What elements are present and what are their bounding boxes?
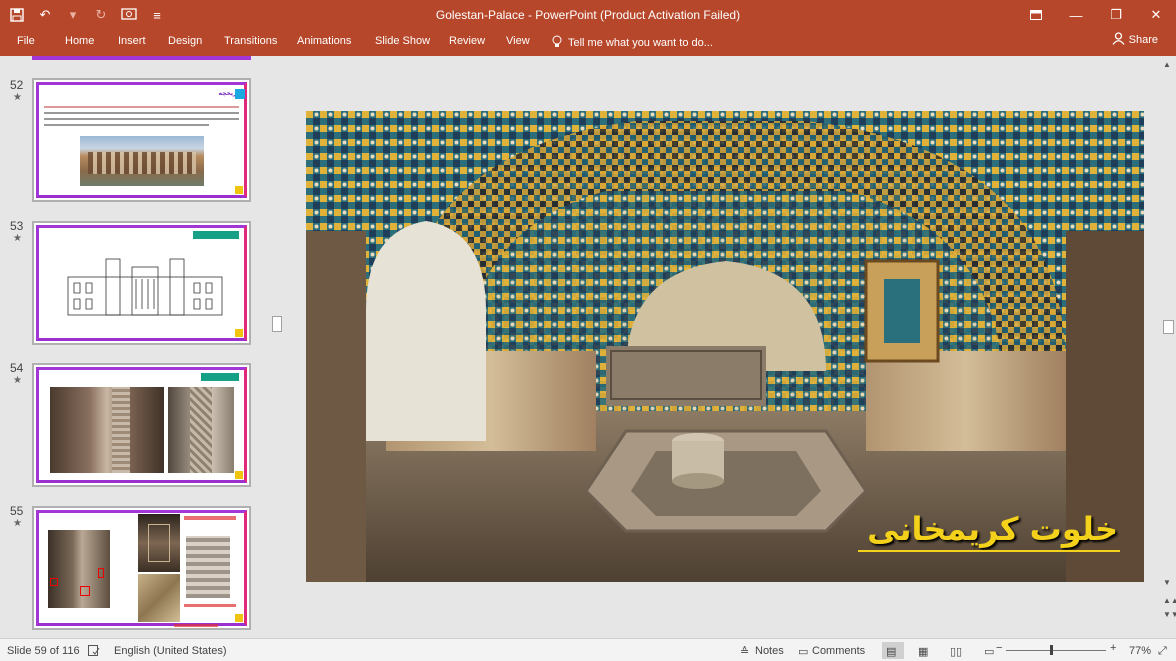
slide-thumbnail-52[interactable]: تاریخچه: [32, 78, 251, 202]
next-slide-icon[interactable]: ▼▼: [1163, 610, 1176, 619]
tab-view[interactable]: View: [506, 35, 530, 47]
previous-slide-icon[interactable]: ▲▲: [1163, 596, 1176, 605]
tell-me-box[interactable]: Tell me what you want to do...: [552, 35, 713, 51]
thumbnail-title-bar: [193, 231, 239, 239]
text-line: [44, 118, 239, 120]
text-line: [44, 106, 239, 108]
slide-counter: Slide 59 of 116: [7, 645, 80, 657]
scroll-up-icon[interactable]: ▲: [1163, 60, 1171, 69]
lightbulb-icon: [552, 35, 562, 51]
animation-star-icon: ★: [13, 92, 22, 103]
slide-caption[interactable]: خلوت کریمخانی: [867, 510, 1118, 548]
zoom-slider-knob[interactable]: [1050, 645, 1053, 655]
slide-thumbnail-pane: 52 ★ تاریخچه 53 ★ 54 ★ 55 ★: [0, 56, 268, 638]
thumbnail-photo-carving: [186, 536, 230, 598]
title-bar: ↶ ▾ ↻ ≡ Golestan-Palace - PowerPoint (Pr…: [0, 0, 1176, 30]
facade-pattern: [88, 152, 196, 174]
tab-animations[interactable]: Animations: [297, 35, 351, 47]
spiral-column-pattern: [190, 387, 212, 473]
caption-underline: [858, 550, 1120, 552]
slide-sorter-icon[interactable]: ▦: [918, 645, 928, 658]
comments-button[interactable]: Comments: [812, 645, 865, 657]
zoom-out-icon[interactable]: −: [996, 642, 1002, 654]
slide-corner-mark: [235, 471, 243, 479]
tab-home[interactable]: Home: [65, 35, 94, 47]
thumbnail-photo-hall: [48, 530, 110, 608]
slide-scrollbar-thumb[interactable]: [1163, 320, 1174, 334]
scroll-down-icon[interactable]: ▼: [1163, 578, 1171, 587]
animation-star-icon: ★: [13, 518, 22, 529]
person-icon: [1112, 32, 1125, 48]
notes-button[interactable]: Notes: [755, 645, 784, 657]
thumbnail-photo-hall: [50, 387, 164, 473]
slide-show-icon[interactable]: ▭: [984, 645, 994, 658]
elevation-drawing: [67, 258, 223, 316]
thumbnail-photo-column: [168, 387, 234, 473]
caption-line: [174, 624, 218, 627]
fit-to-window-icon[interactable]: ⤢: [1158, 645, 1167, 658]
slide-thumbnail-54[interactable]: [32, 363, 251, 487]
thumbnail-photo-door: [138, 514, 180, 572]
zoom-level[interactable]: 77%: [1129, 645, 1151, 657]
language-indicator[interactable]: English (United States): [114, 645, 227, 657]
thumbnail-title-tag: [235, 89, 245, 99]
highlight-box: [80, 586, 90, 596]
slide-thumbnail-53[interactable]: [32, 221, 251, 345]
thumbnail-number: 55: [10, 504, 24, 518]
highlight-box: [98, 568, 104, 578]
window-controls: — ❐ ✕: [1016, 0, 1176, 30]
thumbnail-scrollbar-thumb[interactable]: [272, 316, 282, 332]
caption-line: [184, 604, 236, 607]
share-button[interactable]: Share: [1112, 32, 1158, 48]
comments-icon[interactable]: ▭: [798, 645, 808, 658]
thumbnail-photo-relief: [138, 574, 180, 622]
tab-transitions[interactable]: Transitions: [224, 35, 277, 47]
highlight-box: [50, 578, 58, 586]
current-slide[interactable]: خلوت کریمخانی: [306, 111, 1144, 582]
thumbnail-scrollbar[interactable]: [270, 56, 284, 638]
minimize-icon[interactable]: —: [1056, 0, 1096, 30]
ribbon-tabs: File Home Insert Design Transitions Anim…: [0, 30, 1176, 56]
tab-insert[interactable]: Insert: [118, 35, 146, 47]
notes-icon[interactable]: ≙: [740, 645, 749, 658]
normal-view-glyph: ▤: [886, 646, 897, 658]
restore-icon[interactable]: ❐: [1096, 0, 1136, 30]
tab-file[interactable]: File: [17, 35, 35, 47]
door-panel: [148, 524, 170, 562]
slide-corner-mark: [235, 614, 243, 622]
tab-slide-show[interactable]: Slide Show: [375, 35, 430, 47]
ribbon-display-options-icon[interactable]: [1016, 0, 1056, 30]
thumbnail-number: 54: [10, 361, 24, 375]
share-label: Share: [1128, 34, 1158, 46]
thumbnail-photo: [80, 136, 204, 186]
previous-thumbnail-edge[interactable]: [32, 56, 251, 60]
thumbnail-title-bar: [201, 373, 239, 381]
spell-check-icon[interactable]: [88, 645, 100, 659]
slide-thumbnail-55[interactable]: [32, 506, 251, 630]
text-line: [44, 124, 209, 126]
tab-review[interactable]: Review: [449, 35, 485, 47]
column-pattern: [112, 387, 130, 473]
reading-view-icon[interactable]: ▯▯: [950, 645, 962, 658]
slide-corner-mark: [235, 329, 243, 337]
slide-scrollbar[interactable]: ▲ ▼ ▲▲ ▼▼: [1160, 56, 1176, 638]
zoom-in-icon[interactable]: +: [1110, 642, 1116, 654]
caption-line: [184, 516, 236, 520]
close-icon[interactable]: ✕: [1136, 0, 1176, 30]
text-line: [44, 112, 239, 114]
animation-star-icon: ★: [13, 233, 22, 244]
status-bar: Slide 59 of 116 English (United States) …: [0, 638, 1176, 661]
window-title: Golestan-Palace - PowerPoint (Product Ac…: [435, 8, 741, 22]
tell-me-label: Tell me what you want to do...: [568, 37, 713, 49]
tab-design[interactable]: Design: [168, 35, 202, 47]
thumbnail-number: 52: [10, 78, 24, 92]
thumbnail-number: 53: [10, 219, 24, 233]
zoom-slider[interactable]: [1006, 650, 1106, 651]
slide-corner-mark: [235, 186, 243, 194]
animation-star-icon: ★: [13, 375, 22, 386]
